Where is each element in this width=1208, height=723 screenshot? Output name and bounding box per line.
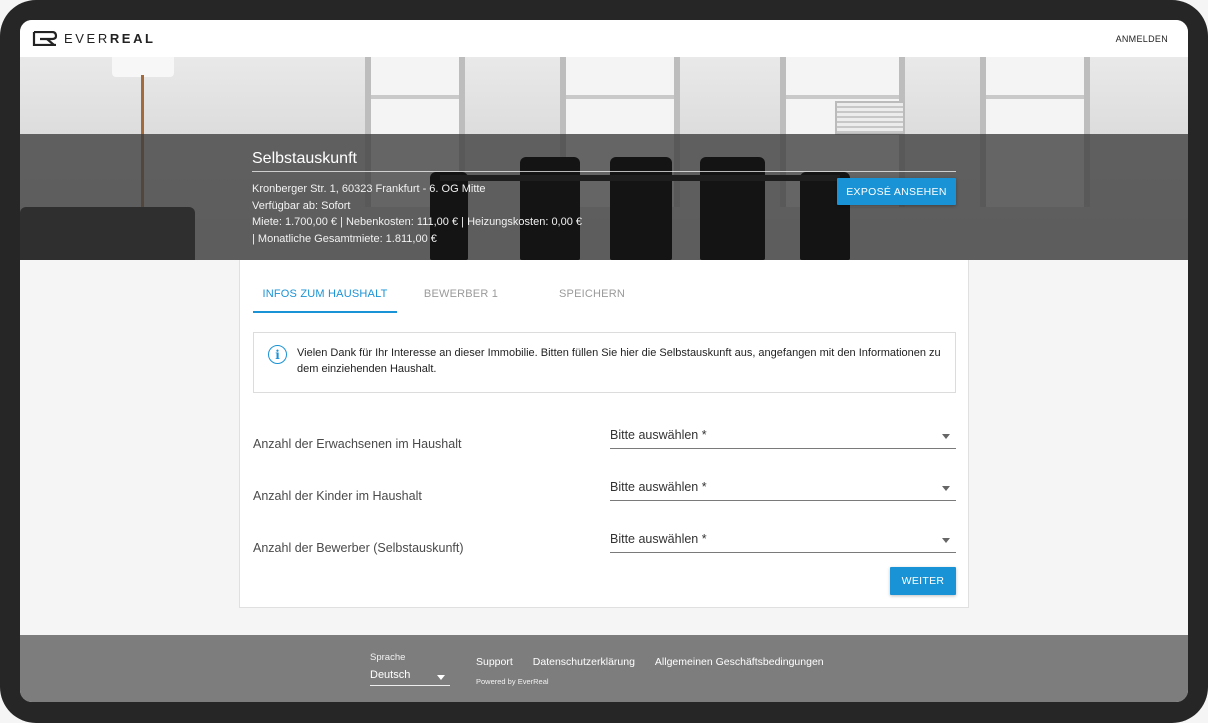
children-label: Anzahl der Kinder im Haushalt xyxy=(253,489,422,503)
adults-label: Anzahl der Erwachsenen im Haushalt xyxy=(253,437,462,451)
everreal-logo-icon xyxy=(32,31,58,46)
property-total-rent: | Monatliche Gesamtmiete: 1.811,00 € xyxy=(252,232,437,245)
application-form-card: INFOS ZUM HAUSHALT BEWERBER 1 SPEICHERN … xyxy=(239,260,969,608)
page-footer: Sprache Deutsch Support Datenschutzerklä… xyxy=(20,635,1188,702)
top-navigation-bar: EVERREAL ANMELDEN xyxy=(20,20,1188,57)
language-select-value: Deutsch xyxy=(370,669,411,681)
device-frame: EVERREAL ANMELDEN Selbstauskunft Kronber… xyxy=(0,0,1208,723)
browser-viewport: EVERREAL ANMELDEN Selbstauskunft Kronber… xyxy=(20,20,1188,702)
chevron-down-icon xyxy=(437,675,445,680)
property-costs: Miete: 1.700,00 € | Nebenkosten: 111,00 … xyxy=(252,216,583,228)
login-link[interactable]: ANMELDEN xyxy=(1116,34,1168,44)
hero-air-conditioner-image xyxy=(835,101,905,135)
view-expose-button[interactable]: EXPOSÉ ANSEHEN xyxy=(837,178,956,205)
logo-wordmark: EVERREAL xyxy=(64,31,156,46)
info-message: i Vielen Dank für Ihr Interesse an diese… xyxy=(253,332,956,393)
form-row-children: Anzahl der Kinder im Haushalt Bitte ausw… xyxy=(253,475,956,505)
hero-lamp-image xyxy=(112,57,174,77)
next-button[interactable]: WEITER xyxy=(890,567,956,595)
everreal-logo[interactable]: EVERREAL xyxy=(32,31,156,46)
applicants-select[interactable]: Bitte auswählen * xyxy=(610,527,956,553)
form-row-adults: Anzahl der Erwachsenen im Haushalt Bitte… xyxy=(253,423,956,453)
property-hero: Selbstauskunft Kronberger Str. 1, 60323 … xyxy=(20,57,1188,260)
adults-select[interactable]: Bitte auswählen * xyxy=(610,423,956,449)
footer-links: Support Datenschutzerklärung Allgemeinen… xyxy=(476,656,824,668)
tab-applicant-1[interactable]: BEWERBER 1 xyxy=(397,276,525,313)
children-select-placeholder: Bitte auswählen * xyxy=(610,480,707,494)
privacy-policy-link[interactable]: Datenschutzerklärung xyxy=(533,656,635,668)
adults-select-placeholder: Bitte auswählen * xyxy=(610,428,707,442)
form-row-applicants: Anzahl der Bewerber (Selbstauskunft) Bit… xyxy=(253,527,956,557)
property-summary: Selbstauskunft Kronberger Str. 1, 60323 … xyxy=(252,150,956,247)
terms-link[interactable]: Allgemeinen Geschäftsbedingungen xyxy=(655,656,824,668)
applicants-label: Anzahl der Bewerber (Selbstauskunft) xyxy=(253,541,464,555)
form-tabs: INFOS ZUM HAUSHALT BEWERBER 1 SPEICHERN xyxy=(253,276,659,313)
chevron-down-icon xyxy=(942,434,950,439)
tab-save[interactable]: SPEICHERN xyxy=(525,276,659,313)
powered-by-text: Powered by EverReal xyxy=(476,677,549,686)
applicants-select-placeholder: Bitte auswählen * xyxy=(610,532,707,546)
language-select[interactable]: Deutsch xyxy=(370,666,450,686)
page-title: Selbstauskunft xyxy=(252,150,956,172)
support-link[interactable]: Support xyxy=(476,656,513,668)
info-icon: i xyxy=(268,345,287,364)
tab-household-info[interactable]: INFOS ZUM HAUSHALT xyxy=(253,276,397,313)
chevron-down-icon xyxy=(942,486,950,491)
children-select[interactable]: Bitte auswählen * xyxy=(610,475,956,501)
hero-sofa-image xyxy=(20,207,195,260)
info-message-text: Vielen Dank für Ihr Interesse an dieser … xyxy=(297,347,941,375)
language-label: Sprache xyxy=(370,652,406,663)
chevron-down-icon xyxy=(942,538,950,543)
